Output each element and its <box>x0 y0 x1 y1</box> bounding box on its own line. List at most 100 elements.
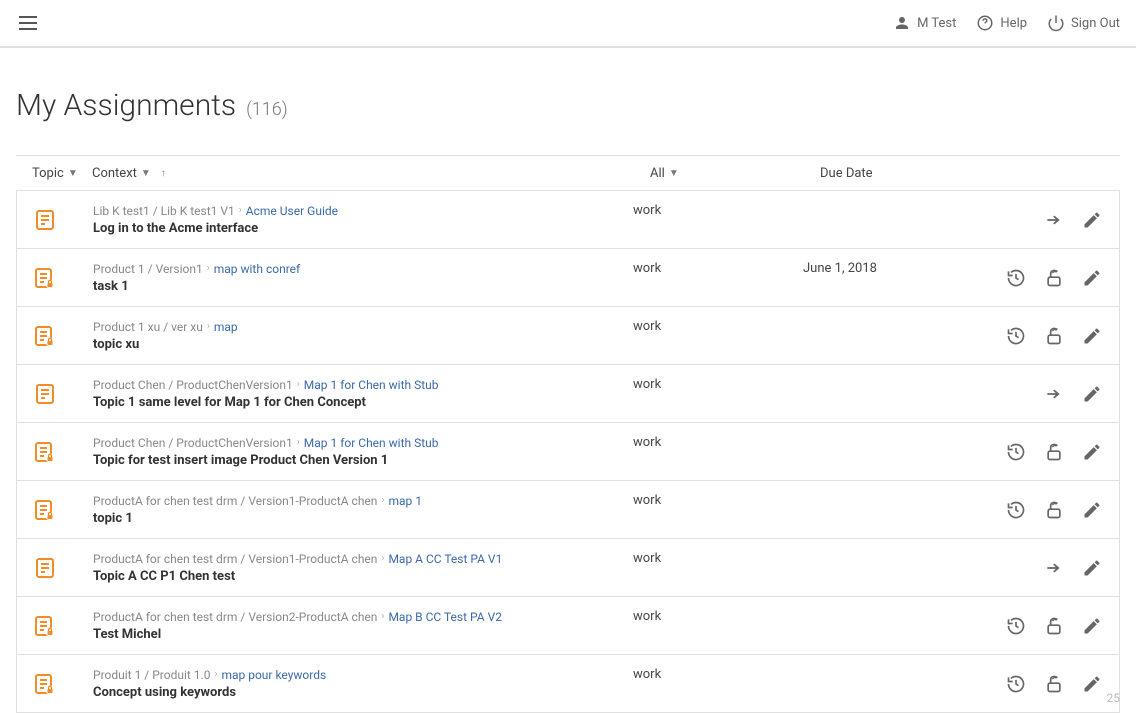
history-button[interactable] <box>1005 325 1027 347</box>
breadcrumb-text: ProductA for chen test drm / Version1-Pr… <box>93 552 377 566</box>
edit-button[interactable] <box>1081 325 1103 347</box>
row-title[interactable]: topic xu <box>93 337 633 352</box>
edit-button[interactable] <box>1081 499 1103 521</box>
edit-button[interactable] <box>1081 209 1103 231</box>
power-icon <box>1047 14 1065 32</box>
column-header-due[interactable]: Due Date <box>820 166 980 181</box>
edit-button[interactable] <box>1081 383 1103 405</box>
history-icon <box>1006 326 1026 346</box>
edit-button[interactable] <box>1081 267 1103 289</box>
row-main: ProductA for chen test drm / Version2-Pr… <box>93 610 633 642</box>
row-actions <box>963 209 1103 231</box>
signout-button[interactable]: Sign Out <box>1047 14 1120 32</box>
forward-arrow-icon <box>1044 558 1064 578</box>
forward-arrow-button[interactable] <box>1043 209 1065 231</box>
unlock-button[interactable] <box>1043 325 1065 347</box>
row-due-date <box>803 433 963 435</box>
document-locked-icon <box>33 440 93 464</box>
document-locked-icon <box>33 672 93 696</box>
document-icon <box>33 556 93 580</box>
chevron-right-icon: › <box>297 379 300 390</box>
row-actions <box>963 325 1103 347</box>
sort-down-icon: ▼ <box>68 168 78 179</box>
breadcrumb-link[interactable]: Map 1 for Chen with Stub <box>304 436 439 450</box>
breadcrumb-link[interactable]: map 1 <box>388 494 422 508</box>
row-title[interactable]: Topic for test insert image Product Chen… <box>93 453 633 468</box>
breadcrumb-link[interactable]: Map B CC Test PA V2 <box>388 610 502 624</box>
row-status: work <box>633 549 803 566</box>
row-title[interactable]: Log in to the Acme interface <box>93 221 633 236</box>
row-due-date <box>803 607 963 609</box>
breadcrumb: Produit 1 / Produit 1.0›map pour keyword… <box>93 668 633 682</box>
chevron-right-icon: › <box>297 437 300 448</box>
table-row: Product Chen / ProductChenVersion1›Map 1… <box>17 423 1119 481</box>
breadcrumb-text: ProductA for chen test drm / Version2-Pr… <box>93 610 377 624</box>
history-icon <box>1006 674 1026 694</box>
table-body: Lib K test1 / Lib K test1 V1 › Acme User G… <box>16 191 1120 713</box>
unlock-button[interactable] <box>1043 499 1065 521</box>
breadcrumb: Product 1 xu / ver xu›map <box>93 320 633 334</box>
help-label: Help <box>1000 16 1027 31</box>
column-header-topic[interactable]: Topic ▼ <box>32 166 92 181</box>
unlock-button[interactable] <box>1043 267 1065 289</box>
breadcrumb-link[interactable]: map pour keywords <box>221 668 326 682</box>
row-title[interactable]: task 1 <box>93 279 633 294</box>
document-icon <box>33 382 93 406</box>
page-count: (116) <box>246 99 288 120</box>
edit-button[interactable] <box>1081 441 1103 463</box>
edit-button[interactable] <box>1081 557 1103 579</box>
edit-icon <box>1082 210 1102 230</box>
forward-arrow-button[interactable] <box>1043 557 1065 579</box>
breadcrumb: ProductA for chen test drm / Version2-Pr… <box>93 610 633 624</box>
help-button[interactable]: Help <box>976 14 1027 32</box>
edit-icon <box>1082 326 1102 346</box>
forward-arrow-button[interactable] <box>1043 383 1065 405</box>
edit-button[interactable] <box>1081 673 1103 695</box>
signout-label: Sign Out <box>1071 16 1120 31</box>
row-actions <box>963 441 1103 463</box>
row-status: work <box>633 491 803 508</box>
unlock-button[interactable] <box>1043 673 1065 695</box>
row-due-date <box>803 317 963 319</box>
chevron-right-icon: › <box>214 669 217 680</box>
unlock-button[interactable] <box>1043 441 1065 463</box>
document-icon <box>33 208 93 232</box>
history-icon <box>1006 500 1026 520</box>
row-status: work <box>633 665 803 682</box>
table-row: ProductA for chen test drm / Version1-Pr… <box>17 481 1119 539</box>
document-locked-icon <box>33 498 93 522</box>
column-header-context[interactable]: Context ▼ ↑ <box>92 166 650 181</box>
row-title[interactable]: Concept using keywords <box>93 685 633 700</box>
breadcrumb-link[interactable]: Map A CC Test PA V1 <box>388 552 502 566</box>
chevron-right-icon: › <box>239 205 242 216</box>
row-title[interactable]: topic 1 <box>93 511 633 526</box>
edit-icon <box>1082 442 1102 462</box>
unlock-button[interactable] <box>1043 615 1065 637</box>
page-number: 25 <box>1107 691 1121 705</box>
row-actions <box>963 383 1103 405</box>
history-button[interactable] <box>1005 441 1027 463</box>
unlock-icon <box>1044 442 1064 462</box>
history-button[interactable] <box>1005 673 1027 695</box>
row-main: Product 1 xu / ver xu›map topic xu <box>93 320 633 352</box>
breadcrumb-link[interactable]: map <box>214 320 238 334</box>
history-icon <box>1006 268 1026 288</box>
row-title[interactable]: Topic 1 same level for Map 1 for Chen Co… <box>93 395 633 410</box>
hamburger-menu-icon[interactable] <box>16 11 40 35</box>
user-menu[interactable]: M Test <box>893 14 956 32</box>
breadcrumb-link[interactable]: Map 1 for Chen with Stub <box>304 378 439 392</box>
breadcrumb-link[interactable]: map with conref <box>214 262 300 276</box>
row-title[interactable]: Test Michel <box>93 627 633 642</box>
row-actions <box>963 557 1103 579</box>
table-row: ProductA for chen test drm / Version2-Pr… <box>17 597 1119 655</box>
row-title[interactable]: Topic A CC P1 Chen test <box>93 569 633 584</box>
breadcrumb-text: Lib K test1 / Lib K test1 V1 <box>93 204 235 218</box>
edit-button[interactable] <box>1081 615 1103 637</box>
sort-down-icon: ▼ <box>669 168 679 179</box>
row-main: ProductA for chen test drm / Version1-Pr… <box>93 494 633 526</box>
history-button[interactable] <box>1005 267 1027 289</box>
column-header-status[interactable]: All ▼ <box>650 166 820 181</box>
history-button[interactable] <box>1005 499 1027 521</box>
history-button[interactable] <box>1005 615 1027 637</box>
breadcrumb-link[interactable]: Acme User Guide <box>246 204 338 218</box>
